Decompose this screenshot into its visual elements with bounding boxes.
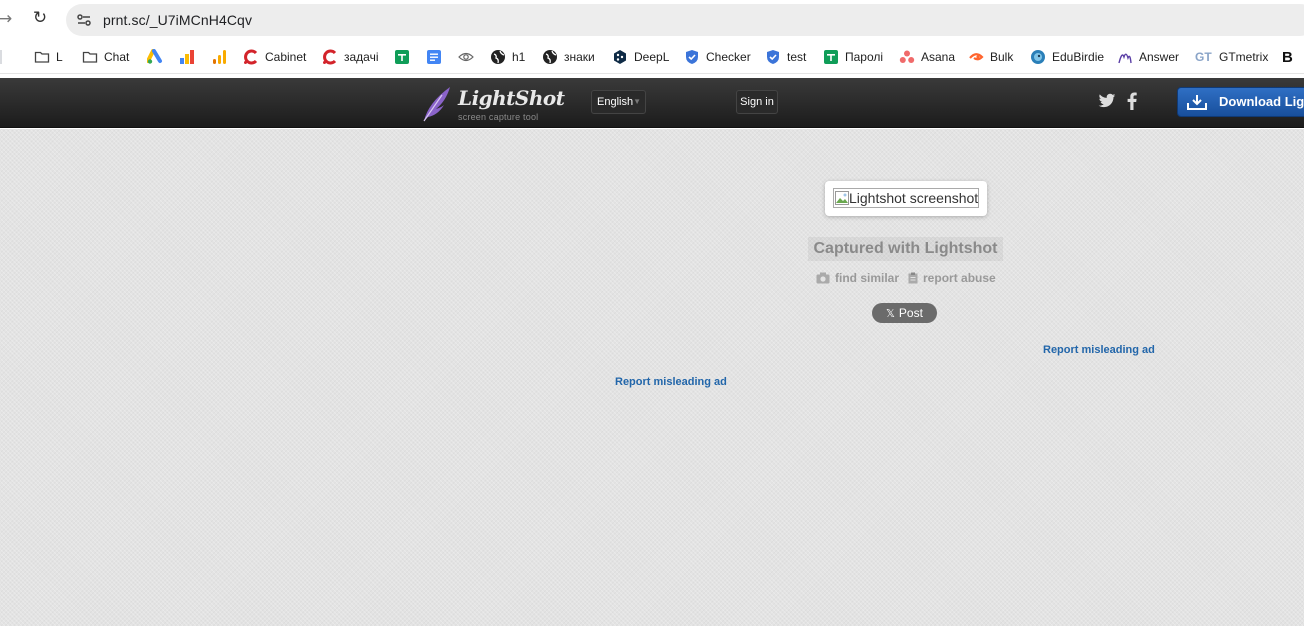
gtmetrix-icon: GT: [1195, 50, 1212, 64]
bookmark-b[interactable]: B: [1282, 48, 1293, 66]
reload-icon[interactable]: ↻: [30, 8, 50, 28]
download-icon: [1187, 95, 1207, 110]
c-logo-icon: [323, 49, 337, 65]
facebook-icon[interactable]: [1126, 92, 1138, 110]
bookmark-eye[interactable]: [458, 48, 474, 66]
lightshot-logo[interactable]: LightShot screen capture tool: [420, 82, 565, 124]
logo-title: LightShot: [458, 86, 565, 110]
docs-icon: [427, 50, 441, 64]
bookmark-deepl[interactable]: DeepL: [612, 48, 669, 66]
bookmark-passwords[interactable]: Паролі: [823, 48, 883, 66]
chevron-down-icon: ▼: [633, 97, 641, 106]
clipboard-icon: [908, 272, 918, 284]
bookmark-label: Cabinet: [265, 50, 307, 64]
bookmark-google-ads[interactable]: [147, 48, 163, 66]
bookmark-label: EduBirdie: [1052, 50, 1105, 64]
captured-label: Captured with Lightshot: [808, 237, 1003, 261]
bookmark-bulk[interactable]: Bulk: [968, 48, 1013, 66]
bookmark-asana[interactable]: Asana: [899, 48, 955, 66]
bookmark-analytics-orange[interactable]: [211, 48, 227, 66]
bookmarks-bar: L Chat Cabinet задачі h1 знаки DeepL Che…: [0, 40, 1304, 74]
screenshot-alt-text: Lightshot screenshot: [849, 190, 979, 206]
post-label: Post: [898, 306, 923, 320]
bookmark-edubirdie[interactable]: EduBirdie: [1030, 48, 1104, 66]
browser-toolbar: → ↻ prnt.sc/_U7iMCnH4Cqv: [0, 0, 1304, 40]
deepl-icon: [614, 50, 626, 64]
answer-icon: [1118, 53, 1132, 64]
sheets-icon: [824, 50, 838, 64]
language-label: English: [597, 96, 634, 108]
screenshot-image[interactable]: Lightshot screenshot: [833, 188, 979, 208]
feather-icon: [423, 87, 450, 122]
bookmark-test[interactable]: test: [765, 48, 806, 66]
semrush-icon: [969, 53, 984, 61]
x-post-button[interactable]: 𝕏 Post: [872, 303, 937, 323]
signin-button[interactable]: Sign in: [736, 90, 778, 114]
url-text: prnt.sc/_U7iMCnH4Cqv: [103, 12, 253, 28]
site-info-icon[interactable]: [76, 12, 92, 28]
lightshot-header: LightShot screen capture tool English ▼ …: [0, 78, 1304, 128]
forward-arrow-icon[interactable]: →: [0, 9, 12, 29]
sheets-icon: [395, 50, 409, 64]
download-button[interactable]: Download Lightshot: [1177, 87, 1304, 117]
bookmark-label: h1: [512, 50, 526, 64]
bookmark-label: L: [56, 50, 63, 64]
bookmark-label: Asana: [921, 50, 956, 64]
broken-image-icon: [835, 191, 849, 205]
bookmarks-separator: [0, 50, 2, 64]
shield-icon: [767, 50, 779, 64]
address-bar[interactable]: prnt.sc/_U7iMCnH4Cqv: [66, 4, 1304, 36]
bookmark-l[interactable]: L: [34, 48, 63, 66]
shield-icon: [686, 50, 698, 64]
camera-icon: [816, 272, 830, 284]
bookmark-label: DeepL: [634, 50, 670, 64]
globe-icon: [491, 50, 505, 64]
find-similar-link[interactable]: find similar: [816, 271, 899, 285]
download-label: Download Lightshot: [1219, 94, 1304, 109]
report-abuse-label: report abuse: [923, 271, 996, 285]
bookmark-h1[interactable]: h1: [490, 48, 525, 66]
screenshot-frame[interactable]: Lightshot screenshot: [825, 181, 987, 216]
bookmark-label: задачі: [344, 50, 379, 64]
bookmark-label: Chat: [104, 50, 130, 64]
report-misleading-ad-link-left[interactable]: Report misleading ad: [615, 376, 727, 388]
bookmark-znaky[interactable]: знаки: [542, 48, 595, 66]
x-logo-icon: 𝕏: [886, 307, 895, 320]
report-abuse-link[interactable]: report abuse: [908, 271, 996, 285]
asana-icon: [899, 50, 915, 63]
google-ads-icon: [147, 49, 162, 64]
bookmark-label: GTmetrix: [1219, 50, 1269, 64]
action-links: find similar report abuse: [816, 270, 1005, 286]
bookmark-label: Answer: [1139, 50, 1180, 64]
report-misleading-ad-link-right[interactable]: Report misleading ad: [1043, 344, 1155, 356]
bookmark-cabinet[interactable]: Cabinet: [243, 48, 306, 66]
main-content: Lightshot screenshot Captured with Light…: [0, 129, 1304, 626]
globe-icon: [543, 50, 557, 64]
bookmark-docs[interactable]: [426, 48, 442, 66]
eye-icon: [458, 52, 474, 62]
bookmark-checker[interactable]: Checker: [684, 48, 751, 66]
edubirdie-icon: [1031, 50, 1045, 64]
language-select[interactable]: English ▼: [591, 90, 646, 114]
c-logo-icon: [244, 49, 258, 65]
bookmark-analytics[interactable]: [179, 48, 195, 66]
bookmark-gtmetrix[interactable]: GT GTmetrix: [1195, 48, 1268, 66]
bookmark-tasks[interactable]: задачі: [322, 48, 379, 66]
logo-subtitle: screen capture tool: [458, 112, 539, 122]
analytics-orange-icon: [213, 50, 226, 64]
folder-icon: [82, 51, 98, 63]
find-similar-label: find similar: [835, 271, 900, 285]
bookmark-label: Паролі: [845, 50, 884, 64]
bookmark-label: Bulk: [990, 50, 1014, 64]
bookmark-sheets[interactable]: [394, 48, 410, 66]
bookmark-label: test: [787, 50, 807, 64]
bookmark-label: знаки: [564, 50, 595, 64]
bookmark-label: Checker: [706, 50, 751, 64]
bookmark-chat[interactable]: Chat: [82, 48, 129, 66]
folder-icon: [34, 51, 50, 63]
analytics-icon: [180, 50, 194, 64]
bookmark-answer[interactable]: Answer: [1117, 48, 1179, 66]
twitter-icon[interactable]: [1098, 93, 1116, 109]
b-icon: B: [1282, 48, 1293, 66]
